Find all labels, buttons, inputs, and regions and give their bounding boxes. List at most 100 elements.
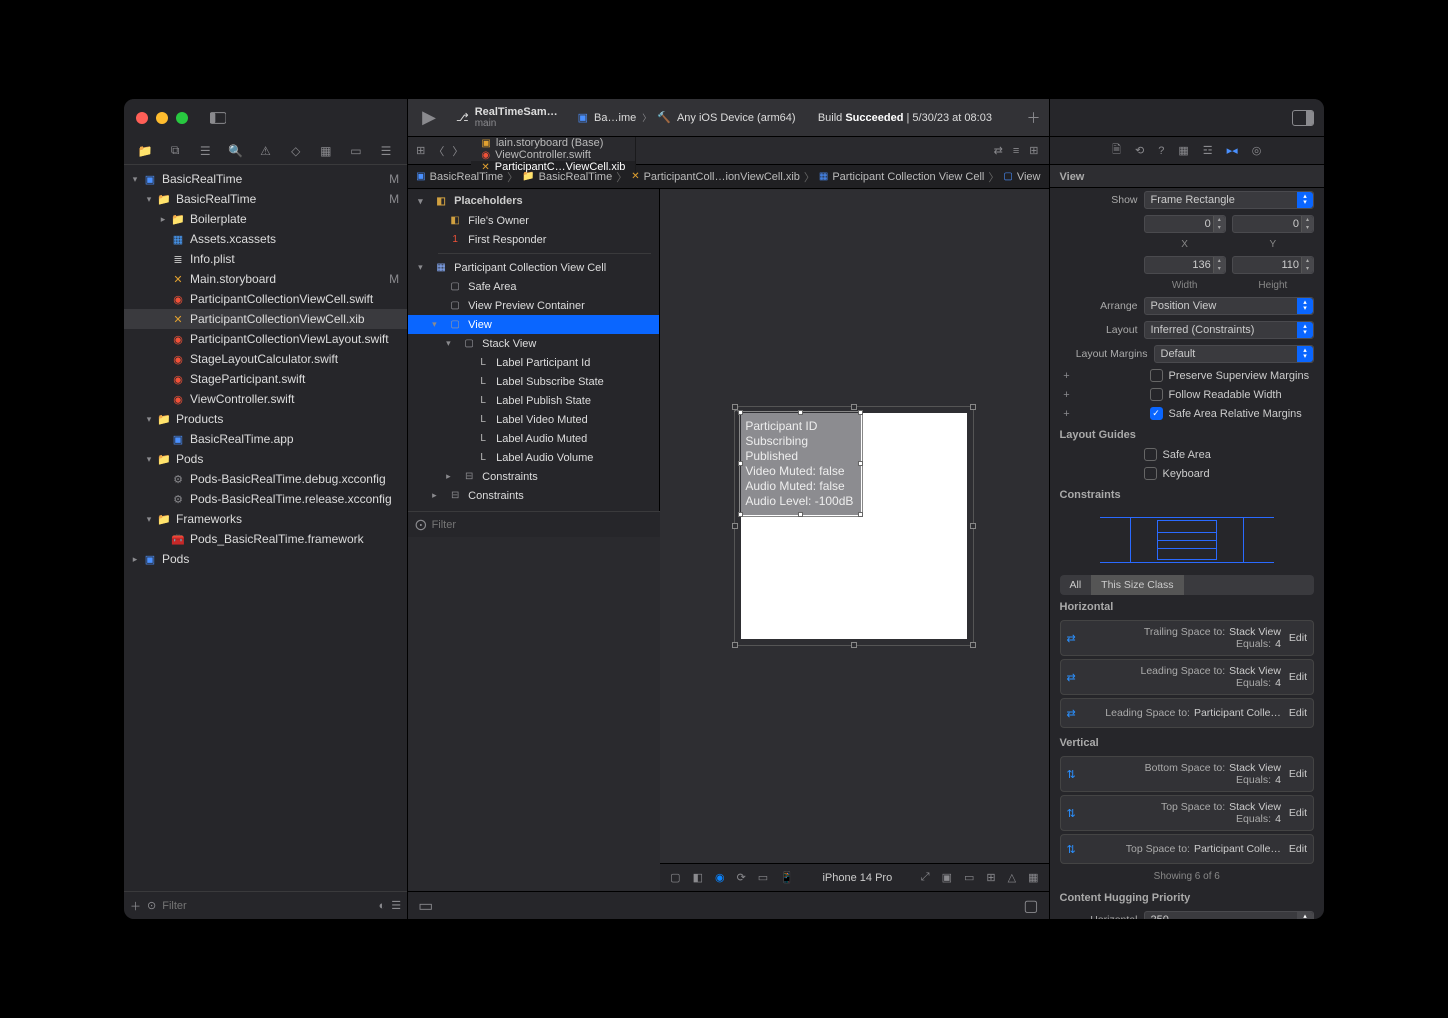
outline-item[interactable]: LLabel Subscribe State: [408, 372, 659, 391]
zoom-button[interactable]: [176, 112, 188, 124]
seg-all[interactable]: All: [1060, 575, 1092, 595]
width-field[interactable]: 136: [1144, 256, 1226, 274]
jump-bar[interactable]: ▣BasicRealTime〉📁BasicRealTime〉✕Participa…: [408, 165, 1048, 189]
height-field[interactable]: 110: [1232, 256, 1314, 274]
project-tree[interactable]: ▾▣BasicRealTimeM▾📁BasicRealTimeM▸📁Boiler…: [124, 165, 407, 891]
outline-item[interactable]: ▢View Preview Container: [408, 296, 659, 315]
edit-constraint[interactable]: Edit: [1289, 632, 1307, 644]
close-button[interactable]: [136, 112, 148, 124]
keyboard-guide-check[interactable]: [1144, 467, 1157, 480]
align-icon[interactable]: ▭: [964, 871, 974, 884]
size-class-segment[interactable]: All This Size Class: [1060, 575, 1315, 595]
file-row[interactable]: ▾▣BasicRealTimeM: [124, 169, 407, 189]
debug-nav-tab[interactable]: ▦: [316, 142, 336, 160]
minimize-button[interactable]: [156, 112, 168, 124]
constraint-card[interactable]: ⇅Bottom Space to:Stack ViewEquals:4Edit: [1060, 756, 1315, 792]
layout-select[interactable]: Inferred (Constraints): [1144, 321, 1315, 339]
file-row[interactable]: ⚙Pods-BasicRealTime.release.xcconfig: [124, 489, 407, 509]
constraint-card[interactable]: ⇅Top Space to:Participant Colle…Edit: [1060, 834, 1315, 864]
forward-button[interactable]: 〉: [452, 143, 463, 159]
outline-item[interactable]: ▸⊟Constraints: [408, 467, 659, 486]
outline-item[interactable]: ▢Safe Area: [408, 277, 659, 296]
outline-item[interactable]: LLabel Audio Muted: [408, 429, 659, 448]
size-inspector-tab[interactable]: ▸◂: [1227, 144, 1238, 157]
library-button[interactable]: ＋: [1026, 108, 1040, 128]
pin-icon[interactable]: ⊞: [986, 871, 995, 884]
outline-root[interactable]: ▾▦ Participant Collection View Cell: [408, 258, 659, 277]
scheme-selector[interactable]: ▣ Ba…ime 〉 🔨 Any iOS Device (arm64): [578, 111, 796, 124]
y-field[interactable]: 0: [1232, 215, 1314, 233]
seg-this[interactable]: This Size Class: [1091, 575, 1183, 595]
issue-nav-tab[interactable]: ⚠: [256, 142, 276, 160]
outline-filter-input[interactable]: [432, 519, 655, 531]
constraint-card[interactable]: ⇅Top Space to:Stack ViewEquals:4Edit: [1060, 795, 1315, 831]
file-row[interactable]: 🧰Pods_BasicRealTime.framework: [124, 529, 407, 549]
file-row[interactable]: ◉ParticipantCollectionViewLayout.swift: [124, 329, 407, 349]
safe-area-guide-check[interactable]: [1144, 448, 1157, 461]
file-row[interactable]: ⚙Pods-BasicRealTime.debug.xcconfig: [124, 469, 407, 489]
file-row[interactable]: ✕ParticipantCollectionViewCell.xib: [124, 309, 407, 329]
trait-variations-icon[interactable]: ◉: [715, 871, 725, 884]
file-row[interactable]: ▾📁Frameworks: [124, 509, 407, 529]
outline-item[interactable]: ◧File's Owner: [408, 211, 659, 230]
connections-inspector-tab[interactable]: ◎: [1252, 144, 1262, 157]
add-margin-button[interactable]: +: [1060, 389, 1074, 401]
edit-constraint[interactable]: Edit: [1289, 768, 1307, 780]
x-field[interactable]: 0: [1144, 215, 1226, 233]
outline-item[interactable]: LLabel Audio Volume: [408, 448, 659, 467]
file-row[interactable]: ▦Assets.xcassets: [124, 229, 407, 249]
outline-item[interactable]: ▾▢View: [408, 315, 659, 334]
back-button[interactable]: 〈: [433, 143, 444, 159]
embed-icon[interactable]: ▣: [942, 871, 952, 884]
swap-editors-icon[interactable]: ⇄: [994, 144, 1003, 157]
zoom-actual-icon[interactable]: ⤢: [921, 871, 930, 884]
outline-item[interactable]: LLabel Participant Id: [408, 353, 659, 372]
editor-tab[interactable]: ◉ViewController.swift: [471, 149, 636, 161]
file-row[interactable]: ◉ParticipantCollectionViewCell.swift: [124, 289, 407, 309]
selected-view-overlay[interactable]: Participant IDSubscribingPublishedVideo …: [741, 413, 861, 515]
editor-tab[interactable]: ▣lain.storyboard (Base): [471, 137, 636, 149]
console-toggle-icon[interactable]: ▢: [1023, 896, 1038, 916]
identity-inspector-tab[interactable]: ▦: [1178, 144, 1188, 157]
navigator-filter-input[interactable]: [162, 900, 372, 912]
find-nav-tab[interactable]: 🔍: [225, 142, 245, 160]
orientation-icon[interactable]: ⟳: [737, 871, 746, 884]
constraint-card[interactable]: ⇄Trailing Space to:Stack ViewEquals:4Edi…: [1060, 620, 1315, 656]
run-button[interactable]: ▶: [422, 107, 436, 128]
resolve-icon[interactable]: △: [1008, 871, 1016, 884]
file-row[interactable]: ≣Info.plist: [124, 249, 407, 269]
device-icon[interactable]: 📱: [780, 871, 794, 884]
adjust-editor-icon[interactable]: ≡: [1013, 145, 1019, 157]
debug-toggle-icon[interactable]: ▭: [418, 896, 433, 916]
constraint-card[interactable]: ⇄Leading Space to:Stack ViewEquals:4Edit: [1060, 659, 1315, 695]
file-row[interactable]: ▣BasicRealTime.app: [124, 429, 407, 449]
arrange-select[interactable]: Position View: [1144, 297, 1315, 315]
scheme-project[interactable]: ⎇ RealTimeSam… main: [456, 106, 558, 129]
help-inspector-tab[interactable]: ?: [1158, 145, 1164, 157]
outline-item[interactable]: ▾▢Stack View: [408, 334, 659, 353]
breakpoint-nav-tab[interactable]: ▭: [346, 142, 366, 160]
edit-constraint[interactable]: Edit: [1289, 843, 1307, 855]
attributes-inspector-tab[interactable]: ☲: [1203, 144, 1213, 157]
scm-filter-icon[interactable]: ☰: [391, 899, 401, 912]
edit-constraint[interactable]: Edit: [1289, 671, 1307, 683]
constraints-diagram[interactable]: [1060, 509, 1315, 571]
safe-area-margins-check[interactable]: ✓: [1150, 407, 1163, 420]
chp-horizontal[interactable]: 250: [1144, 911, 1315, 919]
test-nav-tab[interactable]: ◇: [286, 142, 306, 160]
document-outline[interactable]: ▾◧ Placeholders ◧File's Owner1First Resp…: [408, 189, 660, 511]
constraint-card[interactable]: ⇄Leading Space to:Participant Colle…Edit: [1060, 698, 1315, 728]
device-config-icon[interactable]: ▭: [758, 871, 768, 884]
file-inspector-tab[interactable]: 🗎: [1112, 141, 1121, 160]
sidebar-toggle-icon[interactable]: [210, 110, 226, 126]
ib-canvas[interactable]: × Participant IDSubscribingPublishedVide…: [660, 189, 1048, 863]
file-row[interactable]: ▸▣Pods: [124, 549, 407, 569]
add-margin-button[interactable]: +: [1060, 370, 1074, 382]
panels-toggle-icon[interactable]: [1292, 110, 1314, 126]
related-items-icon[interactable]: ⊞: [416, 144, 425, 157]
add-editor-icon[interactable]: ⊞: [1029, 144, 1038, 157]
file-row[interactable]: ▾📁Products: [124, 409, 407, 429]
file-row[interactable]: ✕Main.storyboardM: [124, 269, 407, 289]
outline-item[interactable]: 1First Responder: [408, 230, 659, 249]
outline-item[interactable]: LLabel Publish State: [408, 391, 659, 410]
